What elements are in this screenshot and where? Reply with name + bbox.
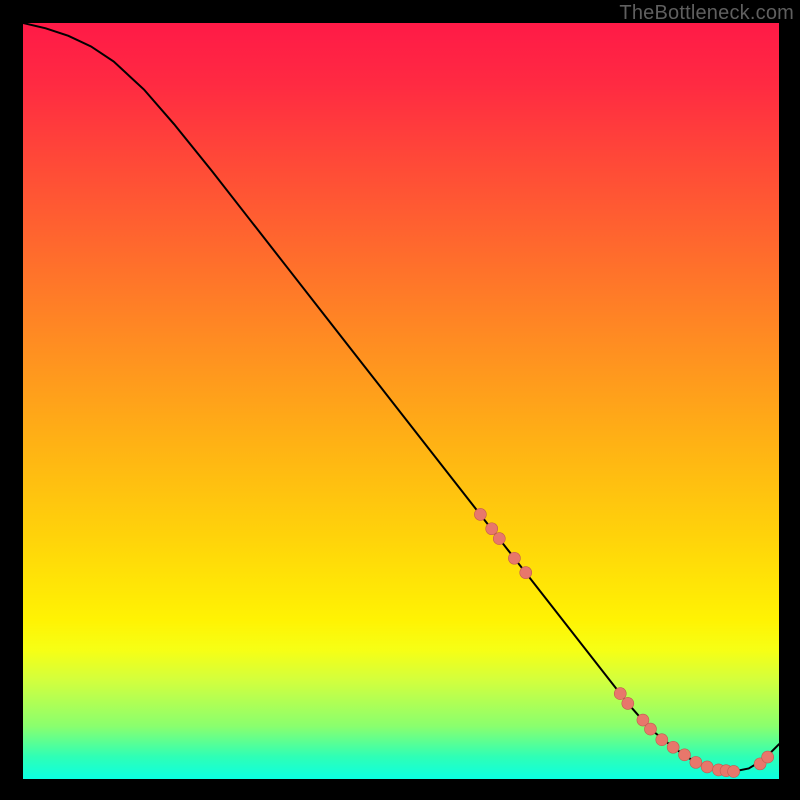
data-marker — [667, 741, 679, 753]
data-marker — [493, 533, 505, 545]
data-marker — [508, 552, 520, 564]
data-marker — [622, 697, 634, 709]
data-marker — [614, 688, 626, 700]
marker-layer — [474, 508, 773, 777]
bottleneck-curve-path — [23, 23, 779, 771]
data-marker — [474, 508, 486, 520]
curve-layer — [23, 23, 779, 771]
data-marker — [679, 749, 691, 761]
data-marker — [520, 567, 532, 579]
chart-svg — [23, 23, 779, 779]
data-marker — [656, 734, 668, 746]
data-marker — [762, 751, 774, 763]
attribution-label: TheBottleneck.com — [619, 2, 794, 25]
chart-root: TheBottleneck.com — [0, 0, 800, 800]
data-marker — [701, 761, 713, 773]
plot-area — [23, 23, 779, 779]
data-marker — [644, 723, 656, 735]
data-marker — [690, 756, 702, 768]
data-marker — [486, 523, 498, 535]
data-marker — [728, 765, 740, 777]
